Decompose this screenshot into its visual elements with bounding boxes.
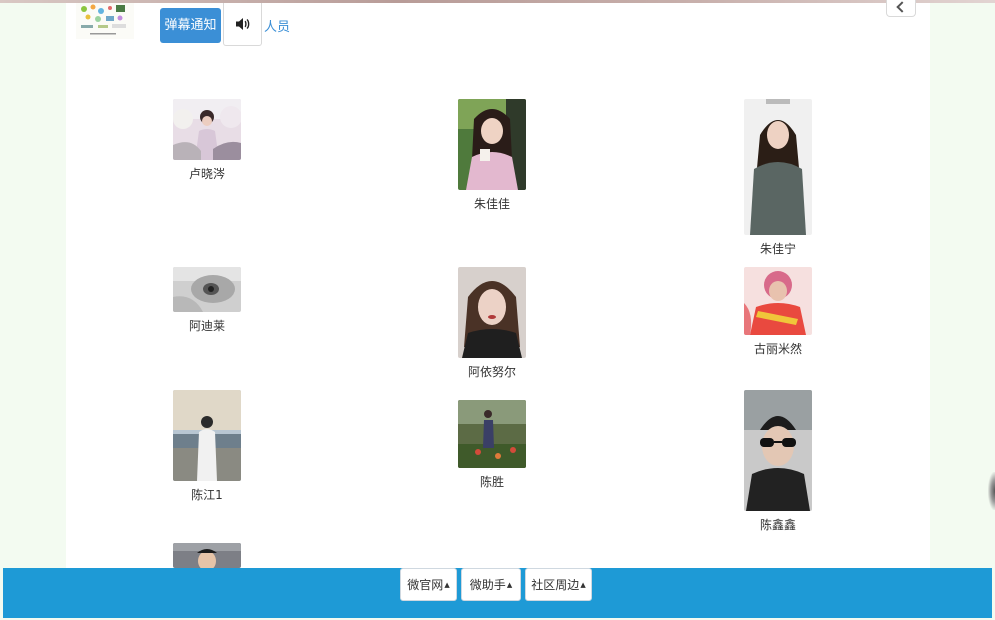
person-name: 朱佳佳 (473, 197, 510, 211)
person-name: 陈胜 (479, 475, 504, 489)
avatar (173, 99, 241, 160)
avatar (458, 400, 526, 468)
logo-image (76, 3, 134, 39)
person-card[interactable]: 朱佳宁 (718, 99, 838, 256)
avatar (458, 267, 526, 358)
person-name: 陈江1 (191, 488, 223, 502)
footer-bar: 微官网▲ 微助手▲ 社区周边▲ (3, 568, 992, 618)
avatar (458, 99, 526, 190)
person-card[interactable]: 陈胜 (432, 400, 552, 489)
person-name: 古丽米然 (753, 342, 802, 356)
person-name: 阿依努尔 (467, 365, 516, 379)
notice-button[interactable]: 弹幕通知 (160, 8, 221, 43)
sound-button[interactable] (223, 3, 262, 46)
people-link[interactable]: 人员 (264, 16, 290, 35)
footer-menu-label: 微官网 (407, 578, 444, 592)
main-panel: 弹幕通知 人员 卢晓涔 朱佳佳 朱佳宁 阿迪莱 阿依努尔 古丽米然 陈江1 陈胜… (66, 0, 930, 568)
person-card[interactable]: 阿依努尔 (432, 267, 552, 379)
back-button[interactable] (886, 0, 916, 17)
avatar (744, 267, 812, 335)
scroll-handle[interactable] (988, 472, 995, 510)
speaker-icon (235, 18, 249, 30)
person-name: 朱佳宁 (759, 242, 796, 256)
person-card[interactable]: 卢晓涔 (147, 99, 267, 181)
person-name: 阿迪莱 (188, 319, 225, 333)
person-name: 卢晓涔 (188, 167, 225, 181)
footer-menu-label: 社区周边 (531, 578, 580, 592)
footer-menu-website[interactable]: 微官网▲ (400, 568, 457, 601)
person-card[interactable]: 古丽米然 (718, 267, 838, 356)
person-card[interactable]: 陈鑫鑫 (718, 390, 838, 532)
caret-up-icon: ▲ (506, 581, 513, 589)
person-card[interactable]: 阿迪莱 (147, 267, 267, 333)
footer-menu-label: 微助手 (469, 578, 506, 592)
avatar (744, 390, 812, 511)
person-card[interactable]: 陈江1 (147, 390, 267, 502)
avatar (173, 390, 241, 481)
avatar (744, 99, 812, 235)
caret-up-icon: ▲ (580, 581, 586, 589)
person-name: 陈鑫鑫 (759, 518, 796, 532)
avatar (173, 543, 241, 568)
caret-up-icon: ▲ (444, 581, 450, 589)
avatar (173, 267, 241, 312)
footer-menu-community[interactable]: 社区周边▲ (525, 568, 592, 601)
person-card[interactable]: 朱佳佳 (432, 99, 552, 211)
footer-menu-assistant[interactable]: 微助手▲ (461, 568, 521, 601)
